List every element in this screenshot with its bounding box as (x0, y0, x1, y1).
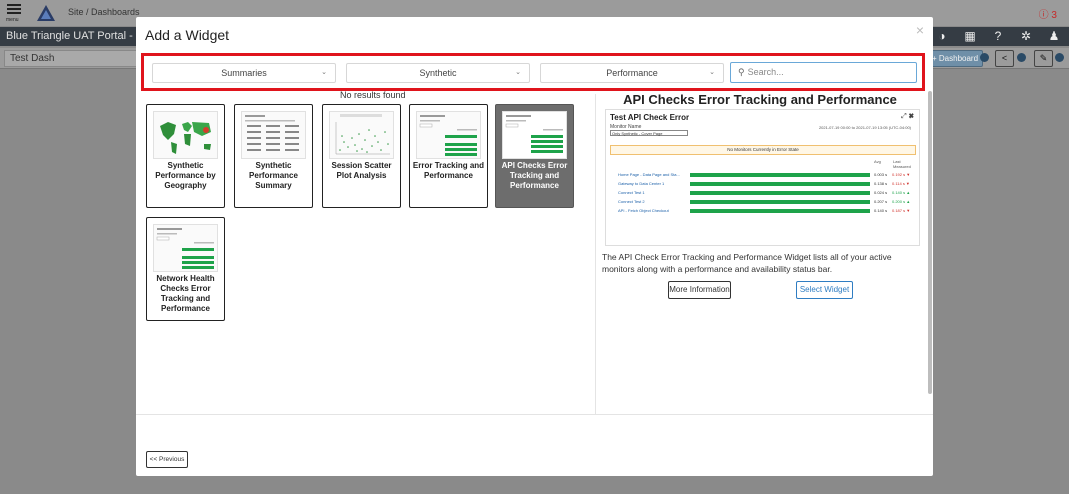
alert-count-badge[interactable]: ⓘ 3 (1039, 6, 1057, 21)
select-widget-button[interactable]: Select Widget (796, 281, 853, 299)
close-icon[interactable]: × (916, 22, 924, 38)
info-icon (980, 53, 989, 62)
scatter-plot-thumbnail-icon (329, 111, 394, 159)
footer-divider (136, 414, 933, 415)
user-icon[interactable]: ♟ (1047, 29, 1061, 43)
status-bar (690, 182, 870, 186)
calendar-icon[interactable]: ▦ (963, 29, 977, 43)
menu-button[interactable]: menu (6, 2, 24, 24)
source-select[interactable]: Synthetic ⌄ (346, 63, 530, 83)
widget-preview-image: Test API Check Error ⤢ ✖ Monitor Name 20… (605, 109, 920, 246)
preview-row-name: Connect Test 1 (618, 190, 645, 195)
dashboard-name-field[interactable]: Test Dash (4, 50, 138, 67)
previous-button[interactable]: << Previous (146, 451, 188, 468)
preview-row-avg: 0.138 s (874, 181, 888, 186)
settings-icon[interactable]: ✲ (1019, 29, 1033, 43)
add-widget-modal: Add a Widget × Summaries ⌄ Synthetic ⌄ P… (136, 17, 933, 476)
widget-card[interactable]: Synthetic Performance by Geography (146, 104, 225, 208)
preview-row-last: 0.187 s ▼ (892, 208, 911, 213)
hamburger-icon (7, 4, 21, 14)
metric-select-value: Performance (606, 68, 658, 78)
preview-row-name: Gateway to Data Center 1 (618, 181, 665, 186)
error-tracking-thumbnail-icon (416, 111, 481, 159)
preview-col-avg: Avg (874, 159, 881, 164)
widget-card-title: Synthetic Performance by Geography (155, 161, 216, 190)
world-map-thumbnail-icon (153, 111, 218, 159)
preview-row-avg: 0.140 s (874, 208, 888, 213)
widget-card[interactable]: Session Scatter Plot Analysis (322, 104, 401, 208)
status-bar (690, 209, 870, 213)
preview-row: API - Fetch Object Checkout 0.140 s 0.18… (610, 208, 918, 214)
widget-card[interactable]: Network Health Checks Error Tracking and… (146, 217, 225, 321)
widget-card-title: Error Tracking and Performance (412, 161, 485, 180)
widget-description: The API Check Error Tracking and Perform… (602, 252, 892, 274)
preview-col-last: Last Measured (893, 159, 911, 169)
search-placeholder: Search... (747, 67, 784, 77)
status-bar (690, 200, 870, 204)
share-icon: < (1001, 53, 1008, 63)
preview-status-message: No Monitors Currently in Error State (610, 145, 916, 155)
preview-row: Home Page - Data Page and Sta... 0.003 s… (610, 172, 918, 178)
preview-row: Connect Test 1 0.024 s 0.140 s ▲ (610, 190, 918, 196)
widget-card-title: Synthetic Performance Summary (249, 161, 298, 190)
preview-row-last: 0.140 s ▲ (892, 190, 911, 195)
source-select-value: Synthetic (419, 68, 457, 78)
search-input[interactable]: ⚲ Search... (730, 62, 917, 83)
preview-row-name: API - Fetch Object Checkout (618, 208, 669, 213)
more-information-button[interactable]: More Information (668, 281, 731, 299)
status-bar (690, 173, 870, 177)
preview-row-avg: 0.003 s (874, 172, 888, 177)
info-icon (1055, 53, 1064, 62)
widget-card-title: Network Health Checks Error Tracking and… (156, 274, 215, 313)
preview-row-name: Connect Test 2 (618, 199, 645, 204)
contrast-icon[interactable]: ◑ (935, 29, 949, 43)
metric-select[interactable]: Performance ⌄ (540, 63, 724, 83)
widget-card-title: Session Scatter Plot Analysis (331, 161, 392, 180)
preview-row-avg: 0.207 s (874, 199, 888, 204)
preview-row: Connect Test 2 0.207 s 0.200 s ▲ (610, 199, 918, 205)
pencil-icon: ✎ (1039, 53, 1048, 63)
menu-label: menu (6, 17, 19, 23)
category-select-value: Summaries (221, 68, 267, 78)
info-icon (1017, 53, 1026, 62)
chevron-down-icon: ⌄ (709, 69, 715, 76)
preview-monitor-select: Only Synthetic - Cover Page (610, 130, 688, 136)
preview-row-avg: 0.024 s (874, 190, 888, 195)
preview-row-last: 0.200 s ▲ (892, 199, 911, 204)
chevron-down-icon: ⌄ (321, 69, 327, 76)
portal-title: Blue Triangle UAT Portal - Please (6, 30, 136, 42)
edit-button[interactable]: ✎ (1034, 50, 1053, 67)
preview-row: Gateway to Data Center 1 0.138 s 0.114 s… (610, 181, 918, 187)
network-health-thumbnail-icon (153, 224, 218, 272)
add-dashboard-button[interactable]: + Dashboard (927, 50, 984, 67)
modal-title: Add a Widget (145, 27, 230, 43)
preview-tools-icon: ⤢ ✖ (901, 113, 914, 120)
blue-triangle-logo-icon (37, 5, 55, 21)
preview-row-name: Home Page - Data Page and Sta... (618, 172, 680, 177)
widget-card[interactable]: Error Tracking and Performance (409, 104, 488, 208)
widget-card-selected[interactable]: API Checks Error Tracking and Performanc… (495, 104, 574, 208)
preview-heading: API Checks Error Tracking and Performanc… (623, 92, 897, 107)
preview-row-last: 0.114 s ▼ (892, 181, 910, 186)
modal-scrollbar[interactable] (928, 91, 932, 394)
portal-icon-group: ◑ ▦ ? ✲ ♟ (935, 29, 1061, 43)
preview-widget-title: Test API Check Error (610, 113, 690, 122)
panel-divider (595, 94, 596, 414)
summary-table-thumbnail-icon (241, 111, 306, 159)
share-button[interactable]: < (995, 50, 1014, 67)
preview-date-range: 2021-07-19 00:00 to 2021-07-19 13:05 (UT… (818, 125, 911, 130)
filter-bar: Summaries ⌄ Synthetic ⌄ Performance ⌄ ⚲ S… (141, 53, 925, 91)
status-bar (690, 191, 870, 195)
widget-card[interactable]: Synthetic Performance Summary (234, 104, 313, 208)
breadcrumb[interactable]: Site / Dashboards (68, 7, 140, 17)
category-select[interactable]: Summaries ⌄ (152, 63, 336, 83)
api-checks-thumbnail-icon (502, 111, 567, 159)
help-icon[interactable]: ? (991, 29, 1005, 43)
search-icon: ⚲ (738, 67, 745, 77)
chevron-down-icon: ⌄ (515, 69, 521, 76)
no-results-message: No results found (340, 90, 406, 100)
preview-row-last: 0.192 s ▼ (892, 172, 911, 177)
widget-card-title: API Checks Error Tracking and Performanc… (501, 161, 568, 190)
